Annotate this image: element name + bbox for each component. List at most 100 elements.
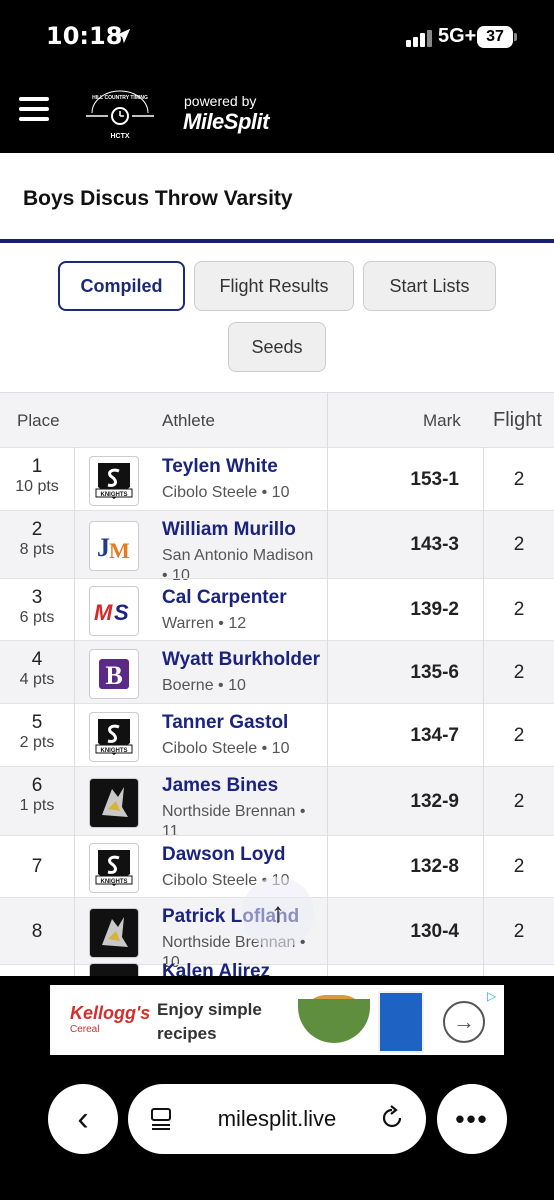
place-points: 4 pts xyxy=(19,671,55,688)
athlete-name-link[interactable]: Cal Carpenter xyxy=(162,587,287,609)
back-button[interactable]: ‹ xyxy=(48,1084,118,1154)
svg-text:S: S xyxy=(114,600,129,625)
ellipsis-icon: ••• xyxy=(455,1103,489,1134)
bowl-image xyxy=(298,999,370,1043)
team-logo xyxy=(89,908,139,958)
team-logo: KNIGHTS xyxy=(89,456,139,506)
mark-value: 153-1 xyxy=(410,469,459,490)
team-logo xyxy=(89,778,139,828)
place-cell: 36 pts xyxy=(0,587,74,627)
table-row[interactable]: 44 pts B Wyatt Burkholder Boerne • 10 135-6 2 xyxy=(0,640,554,704)
place-cell: 28 pts xyxy=(0,519,74,559)
ad-banner[interactable]: Kellogg's Cereal Enjoy simple recipes → … xyxy=(50,985,504,1055)
athlete-name-link[interactable]: Wyatt Burkholder xyxy=(162,649,320,671)
place-number: 3 xyxy=(31,587,43,608)
athlete-team: Boerne • 10 xyxy=(162,677,246,694)
athlete-name-link[interactable]: Teylen White xyxy=(162,456,278,478)
place-cell: 8 xyxy=(0,921,74,943)
arrow-right-icon[interactable]: → xyxy=(443,1001,485,1043)
place-number: 7 xyxy=(31,856,43,877)
table-row[interactable]: 1 10 pts KNIGHTS Teylen White Cibolo Steele … xyxy=(0,447,554,511)
svg-text:KNIGHTS: KNIGHTS xyxy=(101,748,128,754)
table-row[interactable]: 52 pts KNIGHTS Tanner Gastol Cibolo Steele … xyxy=(0,703,554,767)
mark-value: 139-2 xyxy=(410,599,459,620)
battery-icon: 37 xyxy=(477,26,513,48)
place-number: 2 xyxy=(31,519,43,540)
place-number: 5 xyxy=(31,712,43,733)
place-cell: 7 xyxy=(0,856,74,878)
place-cell: 44 pts xyxy=(0,649,74,689)
tab-start-lists[interactable]: Start Lists xyxy=(363,261,496,311)
place-number: 6 xyxy=(31,775,43,796)
page-title: Boys Discus Throw Varsity xyxy=(23,187,293,210)
flight-value: 2 xyxy=(513,599,525,620)
place-points: 6 pts xyxy=(19,609,55,626)
table-header: Place Athlete Mark Flight xyxy=(0,392,554,448)
athlete-team: Cibolo Steele • 10 xyxy=(162,740,290,757)
place-cell: 1 10 pts xyxy=(0,456,74,496)
athlete-name-link[interactable]: Kalen Alirez xyxy=(162,961,270,976)
athlete-team: Cibolo Steele • 10 xyxy=(162,484,290,501)
tab-seeds[interactable]: Seeds xyxy=(228,322,326,372)
tab-flight-results[interactable]: Flight Results xyxy=(194,261,354,311)
athlete-name-link[interactable]: Dawson Loyd xyxy=(162,844,286,866)
table-row[interactable]: 28 pts J M William Murillo San Antonio Madis… xyxy=(0,510,554,584)
col-athlete[interactable]: Athlete xyxy=(162,411,215,431)
team-logo xyxy=(89,963,139,976)
status-bar: 10:18 5G+ 37 xyxy=(0,0,554,75)
team-logo: KNIGHTS xyxy=(89,843,139,893)
place-points: 2 pts xyxy=(19,734,55,751)
column-divider xyxy=(74,447,75,976)
table-row[interactable]: 36 pts M S Cal Carpenter Warren • 12 139-2 2 xyxy=(0,578,554,641)
clock: 10:18 xyxy=(46,22,123,50)
athlete-name-link[interactable]: William Murillo xyxy=(162,519,296,541)
svg-text:KNIGHTS: KNIGHTS xyxy=(101,879,128,885)
ad-choices-icon[interactable]: ▷ xyxy=(487,989,499,1003)
network-label: 5G+ xyxy=(438,25,477,47)
title-divider xyxy=(0,239,554,243)
reload-icon[interactable] xyxy=(378,1104,406,1132)
main-content: Boys Discus Throw Varsity Compiled Fligh… xyxy=(0,153,554,976)
battery-tip xyxy=(514,33,517,41)
column-divider xyxy=(327,392,328,976)
place-number: 8 xyxy=(31,921,43,942)
address-bar[interactable]: milesplit.live xyxy=(128,1084,426,1154)
svg-text:HCTX: HCTX xyxy=(110,133,129,140)
mark-value: 132-9 xyxy=(410,791,459,812)
tab-compiled[interactable]: Compiled xyxy=(58,261,185,311)
col-mark[interactable]: Mark xyxy=(423,411,461,431)
team-logo: MS xyxy=(89,586,139,636)
col-flight[interactable]: Flight xyxy=(493,409,542,432)
athlete-name-link[interactable]: Tanner Gastol xyxy=(162,712,288,734)
column-divider xyxy=(483,447,484,976)
mark-value: 143-3 xyxy=(410,534,459,555)
ad-headline: Enjoy simple recipes xyxy=(157,1000,262,1043)
scroll-to-top-button[interactable]: ↑ xyxy=(242,877,314,949)
athlete-name-link[interactable]: James Bines xyxy=(162,775,278,797)
flight-value: 2 xyxy=(513,725,525,746)
chevron-left-icon: ‹ xyxy=(77,1099,89,1138)
flight-value: 2 xyxy=(513,469,525,490)
cereal-box-image xyxy=(378,991,424,1053)
mark-value: 130-4 xyxy=(410,921,459,942)
team-logo: JM xyxy=(89,521,139,571)
svg-text:M: M xyxy=(94,600,113,625)
table-row[interactable]: Kalen Alirez xyxy=(0,961,554,976)
place-cell: 61 pts xyxy=(0,775,74,815)
col-place[interactable]: Place xyxy=(17,411,60,431)
more-button[interactable]: ••• xyxy=(437,1084,507,1154)
table-row[interactable]: 61 pts James Bines Northside Brennan • 11 1… xyxy=(0,766,554,840)
kelloggs-logo: Kellogg's Cereal xyxy=(70,1003,151,1035)
place-number: 4 xyxy=(31,649,43,670)
location-arrow-icon xyxy=(115,28,131,44)
ad-bar: Kellogg's Cereal Enjoy simple recipes → … xyxy=(0,976,554,1066)
place-points: 8 pts xyxy=(19,541,55,558)
app-header: HCTX HILL COUNTRY TIMING powered by Mile… xyxy=(0,75,554,153)
svg-text:KNIGHTS: KNIGHTS xyxy=(101,492,128,498)
place-points: 1 pts xyxy=(19,797,55,814)
milesplit-logo[interactable]: MileSplit xyxy=(183,109,269,135)
hill-country-timing-logo: HCTX HILL COUNTRY TIMING xyxy=(86,90,154,140)
flight-value: 2 xyxy=(513,921,525,942)
powered-by-label: powered by xyxy=(184,93,257,109)
menu-icon[interactable] xyxy=(19,97,49,121)
